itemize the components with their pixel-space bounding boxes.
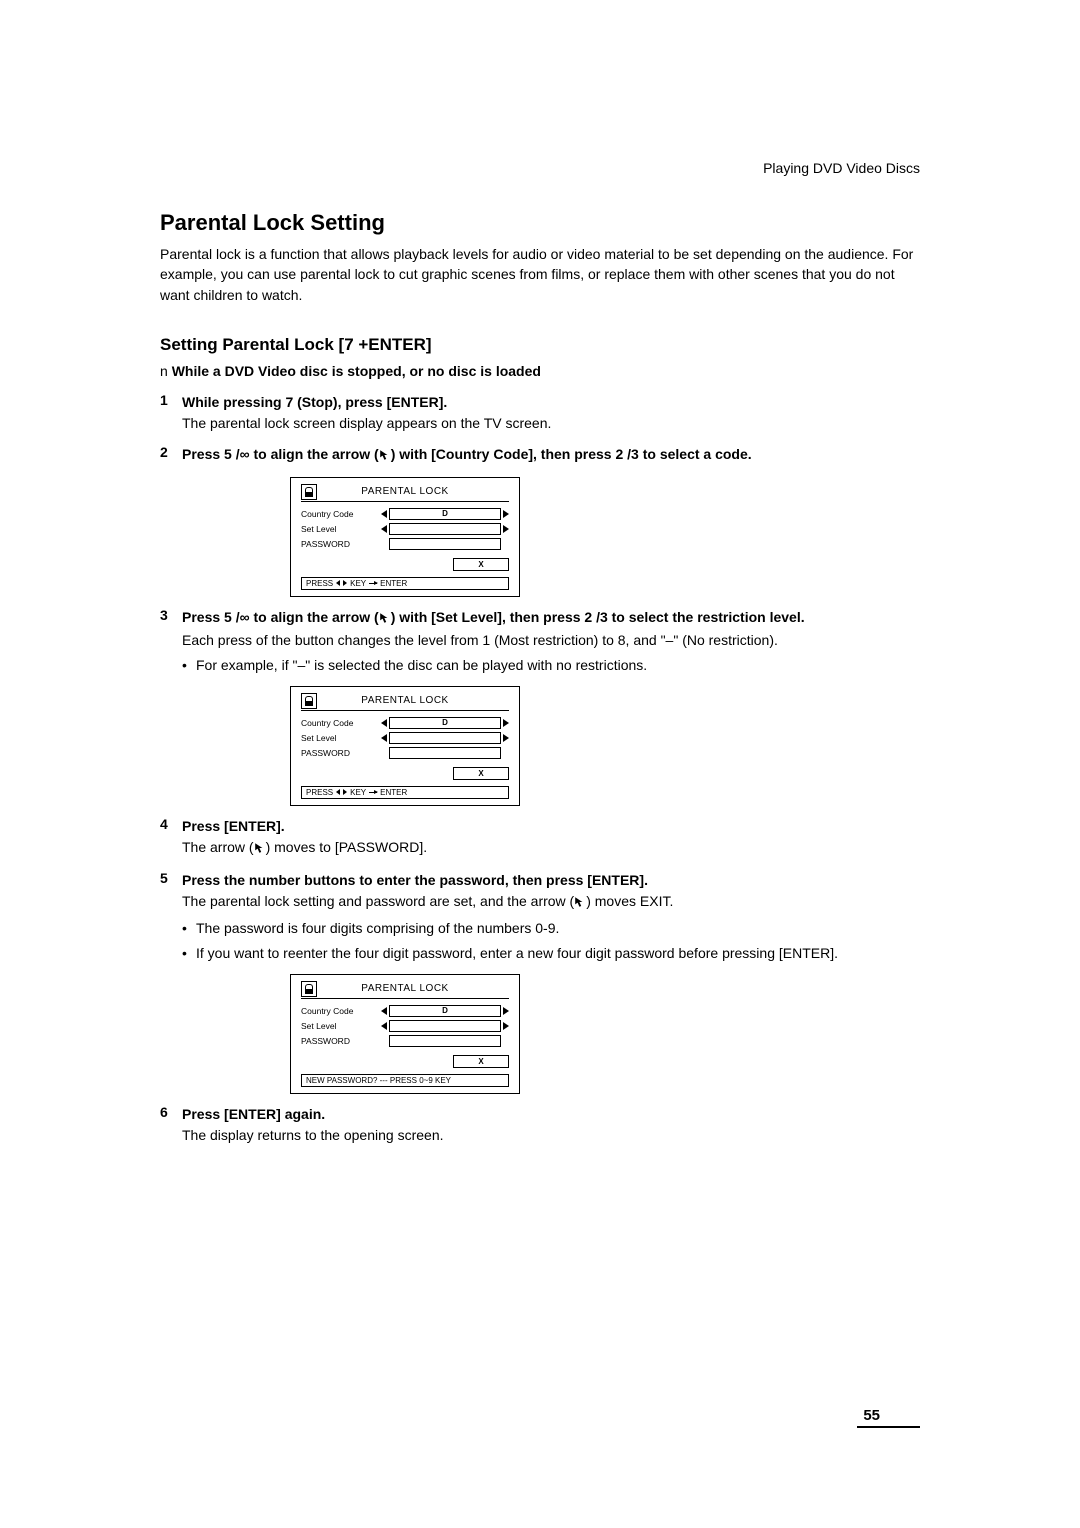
cursor-icon	[254, 839, 266, 860]
intro-paragraph: Parental lock is a function that allows …	[160, 244, 920, 305]
step-6: 6 Press [ENTER] again. The display retur…	[160, 1104, 920, 1146]
lock-icon	[301, 484, 317, 500]
step-5: 5 Press the number buttons to enter the …	[160, 870, 920, 964]
osd-screen-1: PARENTAL LOCK Country Code D Set Level P…	[290, 477, 920, 597]
step-4: 4 Press [ENTER]. The arrow () moves to […	[160, 816, 920, 860]
cursor-icon	[379, 609, 391, 630]
cursor-icon	[379, 446, 391, 467]
step-1: 1 While pressing 7 (Stop), press [ENTER]…	[160, 392, 920, 434]
lock-icon	[301, 693, 317, 709]
precondition-line: n While a DVD Video disc is stopped, or …	[160, 361, 920, 382]
step-2: 2 Press 5 /∞ to align the arrow () with …	[160, 444, 920, 467]
running-header: Playing DVD Video Discs	[763, 160, 920, 176]
section-title: Parental Lock Setting	[160, 210, 920, 236]
osd-screen-3: PARENTAL LOCK Country Code D Set Level P…	[290, 974, 920, 1094]
subsection-title: Setting Parental Lock [7 +ENTER]	[160, 335, 920, 355]
lock-icon	[301, 981, 317, 997]
step-3: 3 Press 5 /∞ to align the arrow () with …	[160, 607, 920, 676]
osd-screen-2: PARENTAL LOCK Country Code D Set Level P…	[290, 686, 920, 806]
cursor-icon	[574, 893, 586, 914]
page-number: 55	[857, 1407, 920, 1428]
